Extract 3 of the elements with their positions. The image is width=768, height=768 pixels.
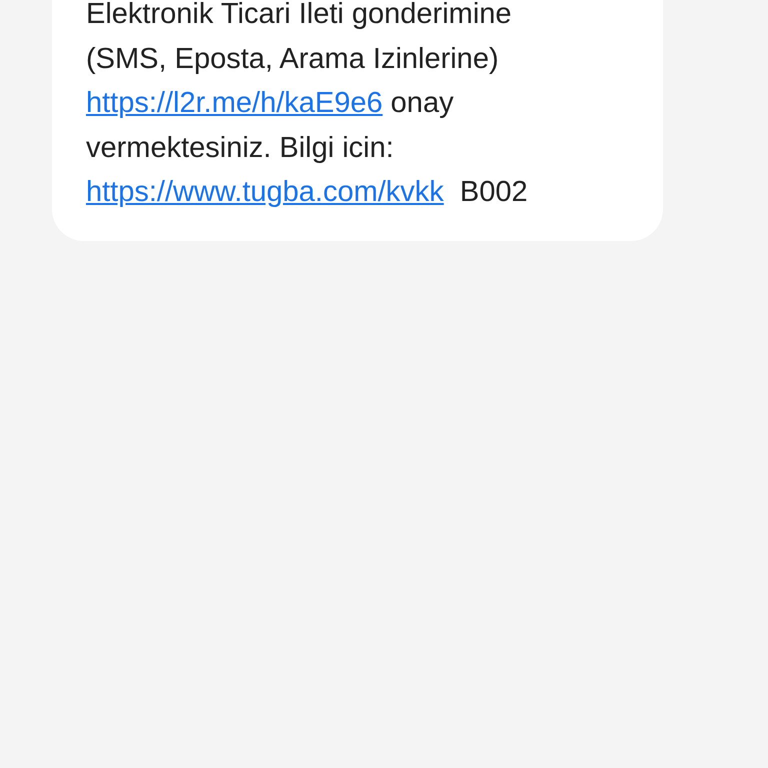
message-text: Elektronik Ticari Ileti gonderimine (SMS, Eposta, Arama Izinlerine) https://l2r.me/h/kaE9e6 onay vermektesiniz. Bilgi icin: https://www.tugba.com/kvkk B002 <box>86 0 529 210</box>
link[interactable]: https://www.tugba.com/kvkk <box>86 176 444 208</box>
link[interactable]: https://l2r.me/h/kaE9e6 <box>86 87 383 119</box>
